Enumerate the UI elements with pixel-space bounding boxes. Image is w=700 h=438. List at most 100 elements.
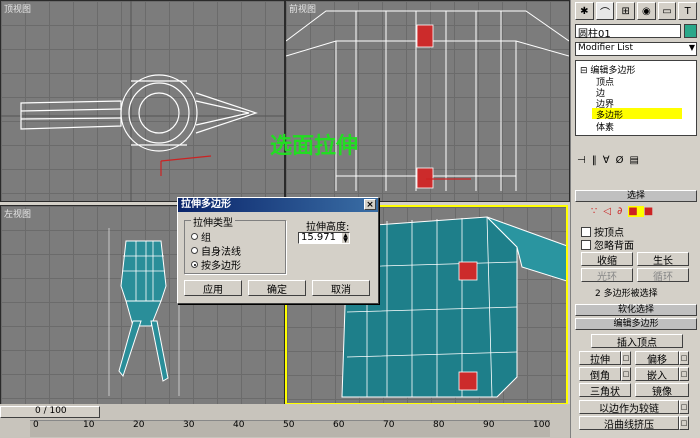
cancel-button[interactable]: 取消 <box>312 280 370 296</box>
object-color-swatch[interactable] <box>684 24 697 38</box>
motion-tab-icon[interactable]: ◉ <box>637 2 656 20</box>
command-panel-tabs: ✱ ⌒ ⊞ ◉ ▭ T <box>575 2 698 20</box>
selected-face <box>416 24 434 48</box>
radio-group[interactable]: 组 <box>191 229 211 244</box>
make-unique-icon[interactable]: ∀ <box>603 155 616 166</box>
ring-button[interactable]: 光环 <box>581 268 633 283</box>
radio-button[interactable] <box>191 261 198 268</box>
time-slider[interactable]: 0 / 100 <box>0 406 100 418</box>
edit-polygons-rollout-header[interactable]: 编辑多边形 <box>575 318 697 330</box>
apply-button[interactable]: 应用 <box>184 280 242 296</box>
extrusion-height-label: 拉伸高度: <box>306 222 350 233</box>
grow-button[interactable]: 生长 <box>637 252 689 267</box>
subobject-icons: ∵◁∂■■ <box>591 206 691 220</box>
flip-button[interactable]: 镜像 <box>635 383 689 398</box>
extrude-spline-settings-button[interactable]: □ <box>679 416 689 430</box>
timeline-tick-label: 80 <box>433 420 445 430</box>
outline-settings-button[interactable]: □ <box>679 351 689 365</box>
display-tab-icon[interactable]: ▭ <box>657 2 677 20</box>
bevel-settings-button[interactable]: □ <box>621 367 631 381</box>
create-tab-icon[interactable]: ✱ <box>575 2 594 20</box>
outline-button[interactable]: 偏移 <box>635 351 679 366</box>
remove-modifier-icon[interactable]: Ø <box>616 155 630 166</box>
overlay-caption: 选面拉伸 <box>270 134 359 159</box>
radio-label: 按多边形 <box>201 261 241 272</box>
chevron-down-icon[interactable]: ▼ <box>689 43 695 52</box>
configure-sets-icon[interactable]: ▤ <box>629 155 644 166</box>
radio-button[interactable] <box>191 247 198 254</box>
inset-button[interactable]: 嵌入 <box>635 367 679 382</box>
utilities-tab-icon[interactable]: T <box>678 2 698 20</box>
radio-by-polygon[interactable]: 按多边形 <box>191 257 241 272</box>
polygon-mode-icon[interactable]: ■ <box>628 206 644 217</box>
element-mode-icon[interactable]: ■ <box>644 206 659 217</box>
border-mode-icon[interactable]: ∂ <box>617 206 628 217</box>
dialog-close-button[interactable]: × <box>364 199 376 210</box>
extrusion-height-spinner[interactable]: 15.971 ▲ ▼ <box>298 232 350 244</box>
vertex-mode-icon[interactable]: ∵ <box>591 206 603 217</box>
dialog-title: 拉伸多边形 <box>181 199 231 210</box>
show-end-result-icon[interactable]: ‖ <box>592 155 603 166</box>
selected-face <box>416 167 434 189</box>
timeline-tick-label: 100 <box>533 420 551 430</box>
spinner-arrows-icon[interactable]: ▲ ▼ <box>342 233 349 244</box>
selected-face <box>458 371 478 391</box>
extrusion-type-group: 拉伸类型 组 自身法线 按多边形 <box>184 214 286 274</box>
inset-settings-button[interactable]: □ <box>679 367 689 381</box>
timeline-tick-label: 70 <box>383 420 395 430</box>
insert-vertex-button[interactable]: 插入顶点 <box>591 334 683 349</box>
object-name-value[interactable]: 圆柱01 <box>578 25 611 40</box>
extrude-polygons-dialog: 拉伸多边形 × 拉伸类型 组 自身法线 按多边形 拉伸高度: 15.971 ▲ ▼… <box>177 197 379 304</box>
front-view-mesh <box>286 10 569 191</box>
checkbox-box[interactable] <box>581 239 591 250</box>
timeline-tick-label: 0 <box>33 420 39 430</box>
timeline-tick-label: 20 <box>133 420 145 430</box>
viewport-front[interactable]: 前视图 <box>285 0 570 202</box>
timeline-tick-label: 30 <box>183 420 195 430</box>
extrude-along-spline-button[interactable]: 沿曲线挤压 <box>579 416 679 431</box>
checkbox-label: 忽略背面 <box>594 241 634 252</box>
radio-label: 自身法线 <box>201 247 241 258</box>
timeline-tick-label: 60 <box>333 420 345 430</box>
timeline-tick-label: 50 <box>283 420 295 430</box>
selection-info: 2 多边形被选择 <box>595 289 658 299</box>
radio-label: 组 <box>201 233 211 244</box>
time-slider-label: 0 / 100 <box>35 406 67 416</box>
timeline-tick-label: 90 <box>483 420 495 430</box>
viewport-top[interactable]: 顶视图 <box>0 0 285 202</box>
stack-tools: ⊣‖∀Ø▤ <box>577 155 695 169</box>
extrude-settings-button[interactable]: □ <box>621 351 631 365</box>
extrusion-type-label: 拉伸类型 <box>191 214 235 229</box>
hinge-from-edge-button[interactable]: 以边作为较链 <box>579 400 679 415</box>
ignore-backface-checkbox[interactable]: 忽略背面 <box>581 237 634 252</box>
ok-button[interactable]: 确定 <box>248 280 306 296</box>
selected-face <box>458 261 478 281</box>
command-panel: ✱ ⌒ ⊞ ◉ ▭ T 圆柱01 Modifier List ▼ ⊟ 编辑多边形… <box>570 0 700 438</box>
modifier-list-dropdown[interactable]: Modifier List ▼ <box>575 42 697 56</box>
modify-tab-icon[interactable]: ⌒ <box>595 2 615 20</box>
stack-item-label: 体素 <box>596 123 615 133</box>
timeline-tick-label: 10 <box>83 420 95 430</box>
modifier-stack: ⊟ 编辑多边形 顶点 边 边界 多边形 体素 <box>575 60 697 136</box>
selection-rollout-header[interactable]: 选择 <box>575 190 697 202</box>
radio-local-normal[interactable]: 自身法线 <box>191 243 241 258</box>
radio-button[interactable] <box>191 233 198 240</box>
extrude-button[interactable]: 拉伸 <box>579 351 621 366</box>
loop-button[interactable]: 循环 <box>637 268 689 283</box>
hinge-settings-button[interactable]: □ <box>679 400 689 414</box>
dialog-titlebar[interactable]: 拉伸多边形 × <box>178 198 378 212</box>
pin-stack-icon[interactable]: ⊣ <box>577 155 592 166</box>
bevel-button[interactable]: 倒角 <box>579 367 621 382</box>
edge-mode-icon[interactable]: ◁ <box>603 206 617 217</box>
extrusion-height-value[interactable]: 15.971 <box>301 232 336 243</box>
top-view-mesh <box>1 1 284 201</box>
shrink-button[interactable]: 收缩 <box>581 252 633 267</box>
stack-item-polygon[interactable]: 多边形 <box>592 108 682 121</box>
hierarchy-tab-icon[interactable]: ⊞ <box>616 2 636 20</box>
checkbox-box[interactable] <box>581 226 591 237</box>
stack-item-element[interactable]: 体素 <box>596 120 614 133</box>
triangle-button[interactable]: 三角状 <box>579 383 631 398</box>
object-name-field[interactable]: 圆柱01 <box>575 24 681 40</box>
timeline-tick-label: 40 <box>233 420 245 430</box>
soft-selection-rollout-header[interactable]: 软化选择 <box>575 304 697 316</box>
